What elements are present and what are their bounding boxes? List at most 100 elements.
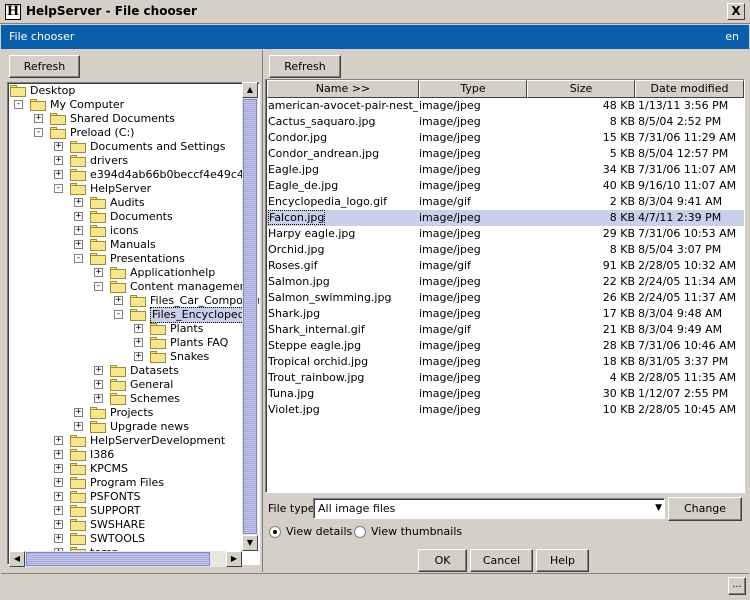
expand-icon[interactable]: +: [54, 142, 63, 151]
expand-icon[interactable]: +: [74, 212, 83, 221]
file-type-select[interactable]: All image files ▼: [313, 498, 665, 519]
file-row[interactable]: Salmon.jpg image/jpeg 22 KB 2/24/05 11:34 A…: [267, 274, 744, 290]
tree-horizontal-scrollbar[interactable]: ◀ ▶: [9, 551, 242, 567]
folder-tree[interactable]: Desktop - My Computer + Shared Documents - Pre…: [7, 82, 260, 565]
tree-node[interactable]: + Datasets: [8, 364, 248, 378]
file-row[interactable]: Violet.jpg image/jpeg 10 KB 2/28/05 10:45 A…: [267, 402, 744, 418]
tree-node[interactable]: + SWSHARE: [8, 518, 248, 532]
view-details-label[interactable]: View details: [286, 525, 352, 538]
scroll-right-icon[interactable]: ▶: [226, 551, 242, 567]
tree-refresh-button[interactable]: Refresh: [9, 55, 80, 78]
tree-node[interactable]: - Content management: [8, 280, 251, 294]
file-row[interactable]: Orchid.jpg image/jpeg 8 KB 8/5/04 3:07 PM: [267, 242, 744, 258]
expand-icon[interactable]: +: [74, 226, 83, 235]
tree-node[interactable]: + Plants FAQ: [8, 336, 248, 350]
tree-node[interactable]: + Snakes: [8, 350, 248, 364]
expand-icon[interactable]: +: [54, 506, 63, 515]
change-button[interactable]: Change: [668, 497, 742, 521]
file-row[interactable]: Shark.jpg image/jpeg 17 KB 8/3/04 9:48 AM: [267, 306, 744, 322]
status-more-button[interactable]: ...: [728, 577, 746, 595]
help-button[interactable]: Help: [536, 549, 589, 572]
expand-icon[interactable]: +: [74, 240, 83, 249]
file-row[interactable]: Falcon.jpg image/jpeg 8 KB 4/7/11 2:39 PM: [267, 210, 744, 226]
tree-node[interactable]: + Documents: [8, 210, 248, 224]
tree-node[interactable]: + Program Files: [8, 476, 248, 490]
view-thumbnails-radio[interactable]: [354, 526, 366, 538]
expand-icon[interactable]: +: [74, 422, 83, 431]
tree-node[interactable]: + Projects: [8, 406, 248, 420]
file-row[interactable]: Condor.jpg image/jpeg 15 KB 7/31/06 11:29 A…: [267, 130, 744, 146]
scroll-up-icon[interactable]: ▲: [242, 82, 258, 98]
collapse-icon[interactable]: -: [34, 128, 43, 137]
expand-icon[interactable]: +: [54, 436, 63, 445]
file-row[interactable]: Shark_internal.gif image/gif 21 KB 8/3/04 9…: [267, 322, 744, 338]
file-row[interactable]: Harpy eagle.jpg image/jpeg 29 KB 7/31/06 10…: [267, 226, 744, 242]
file-row[interactable]: Salmon_swimming.jpg image/jpeg 26 KB 2/24/0…: [267, 290, 744, 306]
expand-icon[interactable]: +: [94, 268, 103, 277]
tree-vertical-scroll-thumb[interactable]: [243, 99, 257, 534]
expand-icon[interactable]: +: [54, 492, 63, 501]
expand-icon[interactable]: +: [134, 324, 143, 333]
file-list[interactable]: Name >> Type Size Date modified american…: [265, 79, 745, 493]
tree-node[interactable]: + PSFONTS: [8, 490, 248, 504]
expand-icon[interactable]: +: [54, 464, 63, 473]
tree-node[interactable]: + Plants: [8, 322, 248, 336]
column-header-date[interactable]: Date modified: [635, 80, 744, 98]
tree-node[interactable]: Desktop: [8, 84, 248, 98]
tree-node[interactable]: + KPCMS: [8, 462, 248, 476]
scroll-down-icon[interactable]: ▼: [242, 535, 258, 551]
tree-node[interactable]: + Shared Documents: [8, 112, 248, 126]
expand-icon[interactable]: +: [54, 520, 63, 529]
tree-node[interactable]: +Files_Car_Components: [8, 294, 259, 308]
column-header-name[interactable]: Name >>: [267, 80, 419, 98]
tree-node[interactable]: + General: [8, 378, 248, 392]
collapse-icon[interactable]: -: [74, 254, 83, 263]
tree-node[interactable]: + drivers: [8, 154, 248, 168]
file-row[interactable]: Eagle_de.jpg image/jpeg 40 KB 9/16/10 11:07…: [267, 178, 744, 194]
file-row[interactable]: Trout_rainbow.jpg image/jpeg 4 KB 2/28/05 1…: [267, 370, 744, 386]
expand-icon[interactable]: +: [54, 170, 63, 179]
tree-node[interactable]: + I386: [8, 448, 248, 462]
collapse-icon[interactable]: -: [14, 100, 23, 109]
file-row[interactable]: Condor_andrean.jpg image/jpeg 5 KB 8/5/04 1…: [267, 146, 744, 162]
tree-horizontal-scroll-thumb[interactable]: [26, 552, 210, 566]
tree-node[interactable]: - HelpServer: [8, 182, 248, 196]
expand-icon[interactable]: +: [54, 534, 63, 543]
tree-node[interactable]: - My Computer: [8, 98, 248, 112]
column-header-size[interactable]: Size: [527, 80, 635, 98]
file-row[interactable]: Roses.gif image/gif 91 KB 2/28/05 10:32 AM: [267, 258, 744, 274]
collapse-icon[interactable]: -: [114, 310, 123, 319]
expand-icon[interactable]: +: [54, 450, 63, 459]
tree-node[interactable]: + Applicationhelp: [8, 266, 248, 280]
tree-node[interactable]: + Schemes: [8, 392, 248, 406]
tree-vertical-scrollbar[interactable]: ▲ ▼: [242, 82, 258, 551]
expand-icon[interactable]: +: [94, 366, 103, 375]
expand-icon[interactable]: +: [114, 296, 123, 305]
tree-node[interactable]: - Preload (C:): [8, 126, 248, 140]
file-row[interactable]: Eagle.jpg image/jpeg 34 KB 7/31/06 11:07 AM: [267, 162, 744, 178]
file-row[interactable]: Tropical orchid.jpg image/jpeg 18 KB 8/31/0…: [267, 354, 744, 370]
expand-icon[interactable]: +: [54, 156, 63, 165]
file-row[interactable]: Cactus_saquaro.jpg image/jpeg 8 KB 8/5/04 2…: [267, 114, 744, 130]
collapse-icon[interactable]: -: [94, 282, 103, 291]
tree-node[interactable]: + HelpServerDevelopment: [8, 434, 248, 448]
file-row[interactable]: Steppe eagle.jpg image/jpeg 28 KB 7/31/06 1…: [267, 338, 744, 354]
expand-icon[interactable]: +: [54, 478, 63, 487]
tree-node[interactable]: + e394d4ab66b0beccf4e49c47: [8, 168, 251, 182]
view-thumbnails-label[interactable]: View thumbnails: [371, 525, 462, 538]
expand-icon[interactable]: +: [94, 380, 103, 389]
expand-icon[interactable]: +: [134, 338, 143, 347]
close-button[interactable]: X: [727, 3, 745, 20]
tree-node[interactable]: + Audits: [8, 196, 248, 210]
file-row[interactable]: Encyclopedia_logo.gif image/gif 2 KB 8/3/04…: [267, 194, 744, 210]
cancel-button[interactable]: Cancel: [470, 549, 533, 572]
tree-node[interactable]: + SWTOOLS: [8, 532, 248, 546]
scroll-left-icon[interactable]: ◀: [9, 551, 25, 567]
expand-icon[interactable]: +: [74, 198, 83, 207]
expand-icon[interactable]: +: [134, 352, 143, 361]
tree-node[interactable]: + Upgrade news: [8, 420, 248, 434]
tree-node[interactable]: - Presentations: [8, 252, 248, 266]
expand-icon[interactable]: +: [34, 114, 43, 123]
file-row[interactable]: american-avocet-pair-nest_1...image/jpeg…: [267, 98, 744, 114]
tree-node[interactable]: + Documents and Settings: [8, 140, 248, 154]
